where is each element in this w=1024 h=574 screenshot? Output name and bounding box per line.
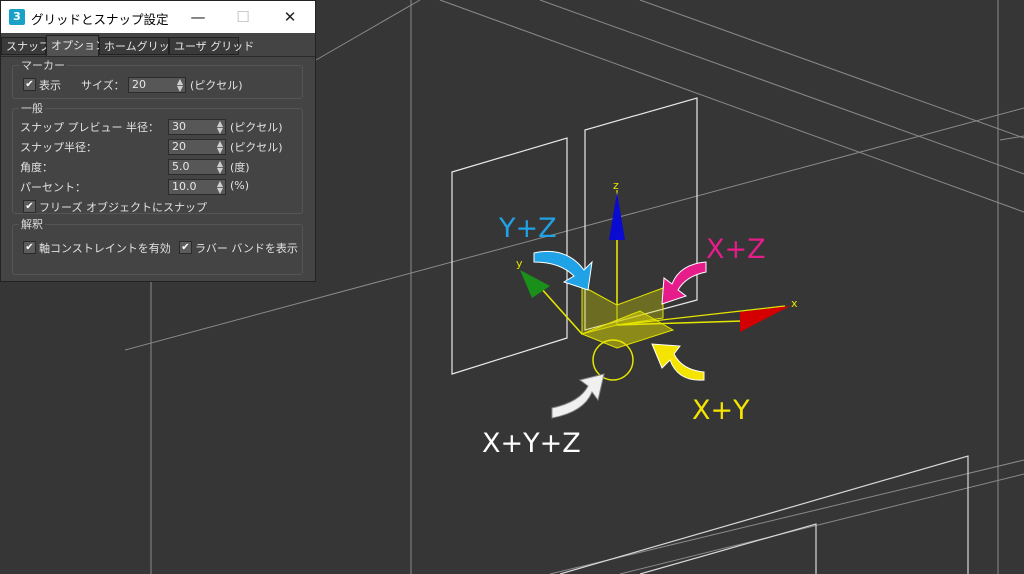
spinner-arrows-icon[interactable]: ▲ ▼ xyxy=(177,78,183,93)
percent-value: 10.0 xyxy=(172,180,197,193)
label-xyz: X+Y+Z xyxy=(482,428,581,459)
angle-label: 角度： xyxy=(20,161,53,174)
rubber-band-label: ラバー バンドを表示 xyxy=(195,242,298,255)
marker-show-checkbox[interactable]: ✔ xyxy=(23,78,36,91)
preview-radius-unit: (ピクセル) xyxy=(230,121,283,134)
maximize-button[interactable]: ☐ xyxy=(220,1,266,33)
snap-radius-unit: (ピクセル) xyxy=(230,141,283,154)
axis-constraint-checkbox[interactable]: ✔ xyxy=(23,241,36,254)
preview-radius-label: スナップ プレビュー 半径： xyxy=(20,121,159,134)
preview-radius-spinner[interactable]: 30 ▲ ▼ xyxy=(168,119,226,135)
spinner-arrows-icon[interactable]: ▲ ▼ xyxy=(217,160,223,175)
label-yz: Y+Z xyxy=(498,213,557,244)
snap-radius-spinner[interactable]: 20 ▲ ▼ xyxy=(168,139,226,155)
frozen-snap-checkbox[interactable]: ✔ xyxy=(23,200,36,213)
marker-size-unit: (ピクセル) xyxy=(190,79,243,92)
marker-show-label: 表示 xyxy=(39,79,61,92)
general-group-title: 一般 xyxy=(19,100,45,116)
grid-snap-settings-dialog: 3 グリッドとスナップ設定 — ☐ ✕ スナップ オプション ホームグリッド ユ… xyxy=(0,0,316,282)
percent-label: パーセント： xyxy=(20,181,86,194)
percent-unit: (%) xyxy=(230,179,250,192)
percent-spinner[interactable]: 10.0 ▲ ▼ xyxy=(168,179,226,195)
axis-constraint-label: 軸コンストレイントを有効 xyxy=(39,242,171,255)
frozen-snap-label: フリーズ オブジェクトにスナップ xyxy=(39,201,207,214)
spinner-arrows-icon[interactable]: ▲ ▼ xyxy=(217,180,223,195)
title-bar[interactable]: 3 グリッドとスナップ設定 — ☐ ✕ xyxy=(1,1,315,33)
spinner-arrows-icon[interactable]: ▲ ▼ xyxy=(217,120,223,135)
marker-group-title: マーカー xyxy=(19,57,67,73)
app-icon: 3 xyxy=(9,9,25,25)
preview-radius-value: 30 xyxy=(172,120,186,133)
marker-size-spinner[interactable]: 20 ▲ ▼ xyxy=(128,77,186,93)
angle-value: 5.0 xyxy=(172,160,190,173)
axis-y-label: y xyxy=(516,257,523,270)
tab-snaps[interactable]: スナップ xyxy=(1,37,50,55)
translation-group-title: 解釈 xyxy=(19,216,45,232)
rubber-band-checkbox[interactable]: ✔ xyxy=(179,241,192,254)
marker-group: マーカー ✔ 表示 サイズ： 20 ▲ ▼ (ピクセル) xyxy=(12,57,303,99)
tab-bar: スナップ オプション ホームグリッド ユーザ グリッド xyxy=(1,35,315,57)
general-group: 一般 スナップ プレビュー 半径： 30 ▲ ▼ (ピクセル) スナップ半径： 20… xyxy=(12,100,303,214)
minimize-button[interactable]: — xyxy=(175,1,221,33)
tab-user-grids[interactable]: ユーザ グリッド xyxy=(169,37,254,55)
tab-home-grid[interactable]: ホームグリッド xyxy=(99,37,181,55)
marker-size-value: 20 xyxy=(132,78,146,91)
angle-spinner[interactable]: 5.0 ▲ ▼ xyxy=(168,159,226,175)
spinner-arrows-icon[interactable]: ▲ ▼ xyxy=(217,140,223,155)
angle-unit: (度) xyxy=(230,161,250,174)
label-xz: X+Z xyxy=(706,234,766,265)
axis-z-label: z xyxy=(613,179,619,192)
snap-radius-value: 20 xyxy=(172,140,186,153)
dialog-title: グリッドとスナップ設定 xyxy=(31,12,169,27)
label-xy: X+Y xyxy=(692,395,750,426)
axis-x-label: x xyxy=(791,297,798,310)
marker-size-label: サイズ： xyxy=(81,79,125,92)
close-button[interactable]: ✕ xyxy=(267,1,313,33)
translation-group: 解釈 ✔ 軸コンストレイントを有効 ✔ ラバー バンドを表示 xyxy=(12,216,303,275)
snap-radius-label: スナップ半径： xyxy=(20,141,97,154)
tab-options[interactable]: オプション xyxy=(46,35,106,56)
